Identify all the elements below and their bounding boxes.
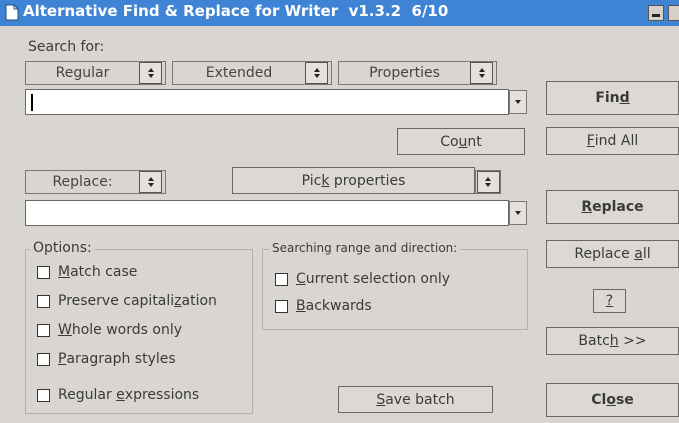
replace-input[interactable] [25, 200, 509, 226]
spin-arrows-icon[interactable] [470, 62, 493, 84]
replace-all-button[interactable]: Replace a ll [546, 240, 679, 268]
spin-arrows-icon[interactable] [139, 62, 162, 84]
save-batch-button[interactable]: Save batch [338, 386, 493, 413]
dropdown-arrow-icon[interactable] [509, 201, 527, 225]
checkbox-box[interactable] [275, 272, 288, 286]
checkbox-box[interactable] [37, 388, 50, 402]
maximize-icon[interactable] [668, 5, 679, 21]
options-legend: Options: [30, 240, 95, 256]
document-icon [5, 4, 19, 21]
dropdown-arrow-icon[interactable] [509, 90, 527, 114]
spin-arrows-icon[interactable] [476, 171, 500, 193]
help-button[interactable]: ? [593, 289, 626, 313]
minimize-icon[interactable] [648, 5, 664, 21]
regular-expressions-checkbox[interactable]: Regular e xpressions [37, 387, 199, 403]
extended-combo[interactable]: Extended [172, 61, 332, 85]
search-input[interactable] [25, 89, 509, 115]
pick-properties-spin[interactable] [475, 170, 501, 194]
find-button[interactable]: Fin d [546, 81, 679, 115]
replace-combo[interactable]: Replace: [25, 170, 166, 194]
range-legend: Searching range and direction: [269, 241, 461, 255]
range-group [262, 249, 528, 330]
close-button[interactable]: Cl o se [546, 383, 679, 417]
current-selection-checkbox[interactable]: Current selection only [275, 271, 450, 287]
paragraph-styles-checkbox[interactable]: Paragraph styles [37, 351, 176, 367]
text-cursor [31, 94, 33, 111]
search-for-label: Search for: [28, 39, 105, 55]
preserve-capitalization-checkbox[interactable]: Preserve capitali z ation [37, 293, 217, 309]
window-title: Alternative Find & Replace for Writer v1… [23, 2, 449, 20]
checkbox-box[interactable] [37, 352, 50, 366]
count-button[interactable]: Co u nt [397, 128, 525, 155]
properties-combo[interactable]: Properties [338, 61, 497, 85]
checkbox-box[interactable] [37, 294, 50, 308]
checkbox-box[interactable] [37, 323, 50, 337]
checkbox-box[interactable] [37, 265, 50, 279]
find-all-button[interactable]: Find All [546, 127, 679, 155]
replace-button[interactable]: Replace [546, 190, 679, 224]
backwards-checkbox[interactable]: Backwards [275, 298, 372, 314]
batch-button[interactable]: Batc h >> [546, 327, 679, 355]
spin-arrows-icon[interactable] [305, 62, 328, 84]
spin-arrows-icon[interactable] [139, 171, 162, 193]
whole-words-checkbox[interactable]: Whole words only [37, 322, 182, 338]
checkbox-box[interactable] [275, 299, 288, 313]
match-case-checkbox[interactable]: Match case [37, 264, 137, 280]
pick-properties-button[interactable]: Pic k properties [232, 167, 475, 194]
regular-combo[interactable]: Regular [25, 61, 166, 85]
